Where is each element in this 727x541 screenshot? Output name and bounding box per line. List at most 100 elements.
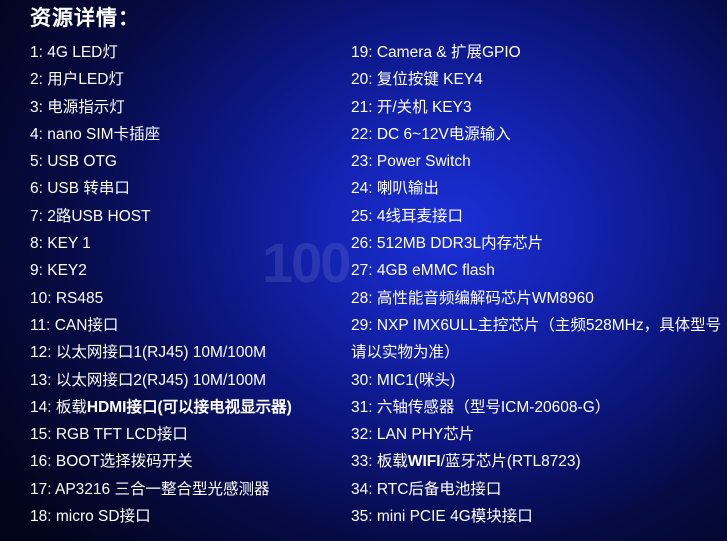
resource-item: 14: 板载HDMI接口(可以接电视显示器) <box>30 394 342 421</box>
resource-item: 18: micro SD接口 <box>30 503 342 530</box>
item-number: 21: <box>351 98 377 116</box>
item-number: 10: <box>30 289 56 307</box>
item-number: 7: <box>30 207 48 225</box>
item-number: 1: <box>30 44 48 61</box>
item-number: 20: <box>351 71 377 89</box>
item-text: AP3216 三合一整合型光感测器 <box>55 480 270 498</box>
item-number: 18: <box>30 508 56 526</box>
item-text-bold: WIFI <box>407 453 441 471</box>
item-text-prefix: 板载 <box>376 453 408 471</box>
resource-item: 26: 512MB DDR3L内存芯片 <box>351 230 723 257</box>
item-text: MIC1(咪头) <box>376 371 456 389</box>
item-text: Power Switch <box>376 153 471 171</box>
item-number: 13: <box>30 371 56 389</box>
item-number: 16: <box>30 453 56 471</box>
item-text-prefix: 板载 <box>55 398 87 416</box>
resource-item: 11: CAN接口 <box>30 312 342 339</box>
item-text: 2路USB HOST <box>47 207 151 225</box>
item-text: 开/关机 KEY3 <box>376 98 472 116</box>
resource-item: 10: RS485 <box>30 285 342 312</box>
item-number: 32: <box>351 426 377 444</box>
item-number: 26: <box>351 235 377 253</box>
item-text: CAN接口 <box>54 316 119 334</box>
resource-list-right: 19: Camera & 扩展GPIO 20: 复位按键 KEY4 21: 开/关机… <box>351 39 723 530</box>
resource-item: 35: mini PCIE 4G模块接口 <box>351 503 723 530</box>
resource-item: 5: USB OTG <box>30 148 342 175</box>
item-number: 33: <box>351 453 377 471</box>
resource-item: 16: BOOT选择拨码开关 <box>30 448 342 475</box>
item-text: mini PCIE 4G模块接口 <box>376 508 533 526</box>
item-text: 用户LED灯 <box>47 71 124 89</box>
item-text-suffix: /蓝牙芯片(RTL8723) <box>440 453 581 471</box>
resource-item: 29: NXP IMX6ULL主控芯片（主频528MHz，具体型号请以实物为准） <box>351 312 723 367</box>
resource-item: 21: 开/关机 KEY3 <box>351 94 723 121</box>
item-text: nano SIM卡插座 <box>47 125 161 143</box>
resource-item: 1: 4G LED灯 <box>30 39 342 66</box>
resource-item: 32: LAN PHY芯片 <box>351 421 723 448</box>
resource-list-left: 1: 4G LED灯 2: 用户LED灯 3: 电源指示灯 4: nano SIM卡插… <box>30 39 342 530</box>
resource-item: 34: RTC后备电池接口 <box>351 476 723 503</box>
item-number: 23: <box>351 153 377 171</box>
item-number: 15: <box>30 426 56 444</box>
item-number: 31: <box>351 398 377 416</box>
item-number: 3: <box>30 98 48 116</box>
resource-item: 9: KEY2 <box>30 257 342 284</box>
item-text-bold: HDMI接口(可以接电视显示器) <box>86 398 292 416</box>
item-text: 512MB DDR3L内存芯片 <box>376 235 544 253</box>
item-text: 4G LED灯 <box>47 44 118 61</box>
resource-item: 28: 高性能音频编解码芯片WM8960 <box>351 285 723 312</box>
item-text: Camera & 扩展GPIO <box>376 44 521 61</box>
resource-item: 31: 六轴传感器（型号ICM-20608-G） <box>351 394 723 421</box>
resource-item: 30: MIC1(咪头) <box>351 367 723 394</box>
resource-item: 19: Camera & 扩展GPIO <box>351 39 723 66</box>
item-text: 以太网接口2(RJ45) 10M/100M <box>55 371 267 389</box>
item-text: DC 6~12V电源输入 <box>376 125 511 143</box>
item-text: 电源指示灯 <box>47 98 125 116</box>
item-text: 喇叭输出 <box>376 180 439 198</box>
item-text: LAN PHY芯片 <box>376 426 475 444</box>
resource-item: 7: 2路USB HOST <box>30 203 342 230</box>
item-text: USB OTG <box>47 153 117 171</box>
page-heading: 资源详情： <box>30 7 140 30</box>
item-number: 9: <box>30 262 48 280</box>
item-number: 30: <box>351 371 377 389</box>
resource-item: 13: 以太网接口2(RJ45) 10M/100M <box>30 367 342 394</box>
item-text: 复位按键 KEY4 <box>376 71 483 89</box>
item-number: 11: <box>30 316 55 334</box>
item-number: 17: <box>30 480 55 498</box>
item-number: 5: <box>30 153 48 171</box>
item-text: 以太网接口1(RJ45) 10M/100M <box>55 344 267 362</box>
resource-item: 27: 4GB eMMC flash <box>351 257 723 284</box>
resource-item: 2: 用户LED灯 <box>30 66 342 93</box>
item-number: 34: <box>351 480 377 498</box>
item-text: 六轴传感器（型号ICM-20608-G） <box>376 398 611 416</box>
resource-item: 12: 以太网接口1(RJ45) 10M/100M <box>30 339 342 366</box>
item-text: NXP IMX6ULL主控芯片（主频528MHz，具体型号请以实物为准） <box>351 316 722 362</box>
resource-item: 25: 4线耳麦接口 <box>351 203 723 230</box>
item-number: 6: <box>30 180 48 198</box>
item-number: 25: <box>351 207 377 225</box>
item-number: 19: <box>351 44 377 61</box>
item-number: 14: <box>30 398 56 416</box>
item-text: RGB TFT LCD接口 <box>55 426 188 444</box>
item-text: 4GB eMMC flash <box>376 262 495 280</box>
item-number: 29: <box>351 316 377 334</box>
item-number: 35: <box>351 508 377 526</box>
resource-item: 23: Power Switch <box>351 148 723 175</box>
item-text: 高性能音频编解码芯片WM8960 <box>376 289 594 307</box>
resource-item: 8: KEY 1 <box>30 230 342 257</box>
item-number: 4: <box>30 125 48 143</box>
resource-item: 24: 喇叭输出 <box>351 175 723 202</box>
resource-item: 17: AP3216 三合一整合型光感测器 <box>30 476 342 503</box>
item-number: 27: <box>351 262 377 280</box>
resource-item: 22: DC 6~12V电源输入 <box>351 121 723 148</box>
resource-item: 6: USB 转串口 <box>30 175 342 202</box>
resource-item: 3: 电源指示灯 <box>30 94 342 121</box>
item-text: 4线耳麦接口 <box>376 207 463 225</box>
item-number: 22: <box>351 125 377 143</box>
resource-item: 33: 板载WIFI/蓝牙芯片(RTL8723) <box>351 448 723 475</box>
item-number: 28: <box>351 289 377 307</box>
item-text: RS485 <box>55 289 104 307</box>
item-number: 24: <box>351 180 377 198</box>
resource-item: 4: nano SIM卡插座 <box>30 121 342 148</box>
